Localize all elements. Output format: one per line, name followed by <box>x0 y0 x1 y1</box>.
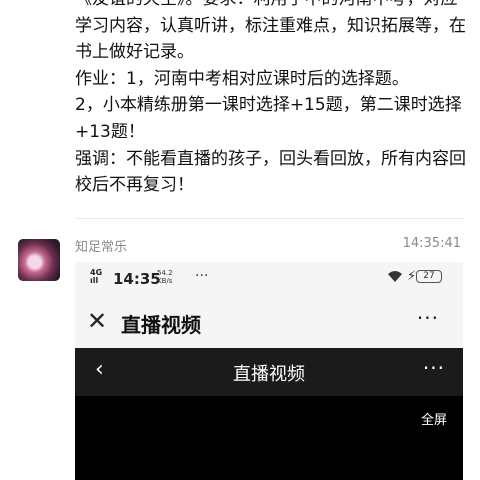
message-line: 作业：1，河南中考相对应课时后的选择题。 <box>75 68 409 89</box>
app-title: 直播视频 <box>121 313 201 337</box>
video-more-icon[interactable]: ··· <box>423 356 445 380</box>
network-speed-unit: KB/s <box>157 277 173 285</box>
divider <box>75 218 465 219</box>
app-bar: ✕ 直播视频 ··· <box>75 300 463 348</box>
wifi-icon <box>388 271 402 282</box>
video-nav-bar: ‹ 直播视频 ··· <box>75 348 463 396</box>
shared-screenshot[interactable]: 4G ıll 14:35 54.2 KB/s ··· ⚡ 27 ✕ 直播视频 ·… <box>75 262 463 480</box>
video-title: 直播视频 <box>233 364 305 385</box>
avatar[interactable] <box>18 239 60 281</box>
video-player[interactable]: ‹ 直播视频 ··· 全屏 <box>75 348 463 480</box>
status-bar: 4G ıll 14:35 54.2 KB/s ··· ⚡ 27 <box>75 262 463 296</box>
notification-dots-icon: ··· <box>195 268 209 284</box>
network-speed: 54.2 KB/s <box>157 269 173 285</box>
network-speed-value: 54.2 <box>157 269 173 277</box>
close-icon[interactable]: ✕ <box>87 307 107 335</box>
signal-bars: ıll <box>90 276 99 285</box>
sender-name[interactable]: 知足常乐 <box>75 236 127 255</box>
more-icon[interactable]: ··· <box>417 306 439 330</box>
status-time: 14:35 <box>113 270 161 288</box>
post-time: 14:35:41 <box>402 236 461 251</box>
message-line: 《友谊的天空》。要求：利用手中的河南中考，对应学习内容，认真听讲，标注重难点，知… <box>75 0 466 63</box>
message-text: 《友谊的天空》。要求：利用手中的河南中考，对应学习内容，认真听讲，标注重难点，知… <box>75 0 470 199</box>
battery-icon: 27 <box>416 270 442 283</box>
message-line: 2，小本精练册第一课时选择+15题，第二课时选择+13题！ <box>75 95 462 142</box>
message-line: 强调：不能看直播的孩子，回头看回放，所有内容回校后不再复习！ <box>75 148 466 196</box>
fullscreen-button[interactable]: 全屏 <box>421 409 447 428</box>
signal-icon: 4G ıll <box>90 269 102 285</box>
charging-icon: ⚡ <box>407 269 417 284</box>
